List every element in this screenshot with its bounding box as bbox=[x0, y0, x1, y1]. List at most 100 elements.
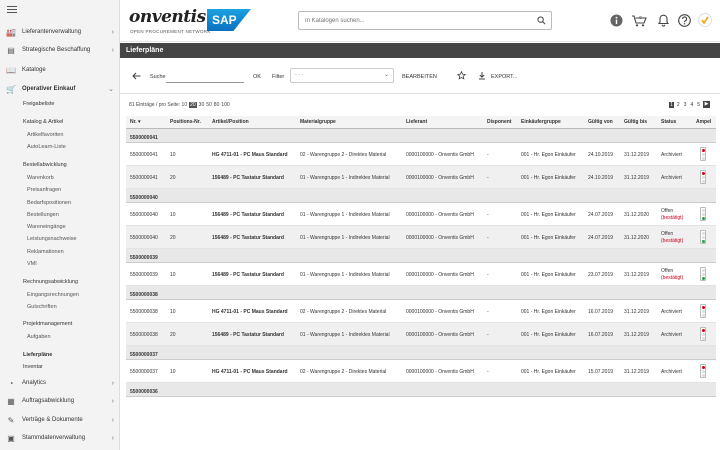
col-disponent[interactable]: Disponent bbox=[487, 119, 511, 125]
traffic-light-icon bbox=[700, 267, 706, 281]
user-avatar-icon[interactable] bbox=[698, 13, 712, 27]
col-lieferant[interactable]: Lieferant bbox=[406, 119, 427, 125]
traffic-light-lamp bbox=[702, 153, 705, 156]
col-status[interactable]: Status bbox=[661, 119, 676, 125]
nav-operativer-einkauf[interactable]: 🛒 Operativer Einkauf ⌄ bbox=[0, 80, 120, 98]
group-label: 5500000037 bbox=[130, 352, 158, 358]
list-search-input[interactable] bbox=[166, 68, 244, 83]
edit-button[interactable]: BEARBEITEN bbox=[402, 74, 437, 80]
table-row[interactable]: 5500000038 20 156489 - PC Tastatur Standar… bbox=[126, 323, 716, 346]
export-button[interactable]: EXPORT... bbox=[491, 74, 518, 80]
cell-von: 24.10.2019 bbox=[588, 152, 614, 158]
page-link-1[interactable]: 1 bbox=[669, 101, 674, 108]
col-nr[interactable]: Nr. ▾ bbox=[130, 119, 141, 125]
sidebar-item-freigabeliste[interactable]: Freigabeliste bbox=[23, 101, 55, 107]
table-row[interactable]: 5500000041 10 HG 4711-01 - PC Maus Standar… bbox=[126, 143, 716, 166]
nav-kataloge[interactable]: 📖 Kataloge bbox=[0, 61, 120, 79]
traffic-light-lamp bbox=[702, 310, 705, 313]
hamburger-menu-icon[interactable] bbox=[7, 6, 17, 14]
table-row[interactable]: 5500000040 20 156489 - PC Tastatur Standar… bbox=[126, 226, 716, 249]
table-row[interactable]: 5500000037 10 HG 4711-01 - PC Maus Standar… bbox=[126, 360, 716, 383]
catalog-search[interactable] bbox=[298, 11, 552, 30]
col-artikel[interactable]: Artikel/Position bbox=[212, 119, 249, 125]
back-arrow-icon[interactable] bbox=[132, 72, 141, 80]
page-link-4[interactable]: 4 bbox=[689, 102, 694, 108]
book-icon: 📖 bbox=[6, 65, 16, 75]
col-positions-nr[interactable]: Positions-Nr. bbox=[170, 119, 201, 125]
nav-stammdatenverwaltung[interactable]: ▣ Stammdatenverwaltung › bbox=[0, 429, 120, 447]
sidebar-item-reklamationen[interactable]: Reklamationen bbox=[27, 249, 64, 255]
nav-analytics[interactable]: ◔ Analytics › bbox=[0, 374, 120, 392]
traffic-light-lamp bbox=[702, 329, 705, 332]
sidebar-item-aufgaben[interactable]: Aufgaben bbox=[27, 334, 51, 340]
help-icon[interactable] bbox=[677, 13, 691, 27]
traffic-light-lamp bbox=[702, 232, 705, 235]
table-row[interactable]: 5500000039 10 156489 - PC Tastatur Standar… bbox=[126, 263, 716, 286]
cell-ekg: 001 - Hr. Egon Einkäufer bbox=[521, 309, 576, 315]
col-gueltig-bis[interactable]: Gültig bis bbox=[624, 119, 647, 125]
orders-icon: ▦ bbox=[7, 396, 15, 406]
catalog-search-input[interactable] bbox=[299, 12, 529, 29]
page-link-3[interactable]: 3 bbox=[683, 102, 688, 108]
sidebar-item-bedarfspositionen[interactable]: Bedarfspositionen bbox=[27, 200, 71, 206]
cell-artikel: 156489 - PC Tastatur Standard bbox=[212, 212, 284, 218]
cart-icon[interactable]: 0 bbox=[630, 13, 648, 27]
cell-bis: 31.12.2019 bbox=[624, 272, 650, 278]
col-gueltig-von[interactable]: Gültig von bbox=[588, 119, 613, 125]
chevron-down-icon: ⌄ bbox=[383, 72, 389, 78]
export-download-icon[interactable] bbox=[478, 71, 486, 80]
page-size-30[interactable]: 30 bbox=[199, 102, 205, 108]
sidebar-item-autolearn[interactable]: AutoLearn-Liste bbox=[27, 144, 66, 150]
cell-lief: 0000100000 - Onventis GmbH bbox=[406, 309, 474, 315]
sidebar-item-artikelfavoriten[interactable]: Artikelfavoriten bbox=[27, 132, 63, 138]
cell-status: Archiviert bbox=[661, 175, 682, 181]
page-size-20[interactable]: 20 bbox=[189, 102, 197, 108]
group-header: 5500000037 bbox=[126, 346, 716, 360]
col-materialgruppe[interactable]: Materialgruppe bbox=[300, 119, 336, 125]
table-row[interactable]: 5500000038 10 HG 4711-01 - PC Maus Standar… bbox=[126, 300, 716, 323]
table-row[interactable]: 5500000040 10 156489 - PC Tastatur Standar… bbox=[126, 203, 716, 226]
cell-lief: 0000100000 - Onventis GmbH bbox=[406, 235, 474, 241]
page-link-5[interactable]: 5 bbox=[696, 102, 701, 108]
chevron-right-icon: › bbox=[111, 434, 114, 442]
cell-bis: 31.12.2019 bbox=[624, 309, 650, 315]
sidebar-item-inventar[interactable]: Inventar bbox=[23, 364, 43, 370]
sidebar-item-gutschriften[interactable]: Gutschriften bbox=[27, 304, 57, 310]
nav-strategische-beschaffung[interactable]: ▤ Strategische Beschaffung › bbox=[0, 41, 120, 59]
sidebar-item-lieferplaene[interactable]: Lieferpläne bbox=[23, 352, 52, 358]
sidebar-item-preisanfragen[interactable]: Preisanfragen bbox=[27, 187, 61, 193]
sidebar-item-wareneingaenge[interactable]: Wareneingänge bbox=[27, 224, 66, 230]
col-einkaeufergruppe[interactable]: Einkäufergruppe bbox=[521, 119, 561, 125]
onventis-sap-logo[interactable]: onventis SAP OPEN PROCUREMENT NETWORK bbox=[129, 7, 251, 34]
info-icon[interactable] bbox=[609, 13, 623, 27]
cell-mg: 02 - Warengruppe 2 - Direktes Material bbox=[300, 309, 387, 315]
nav-lieferantenverwaltung[interactable]: 🏭 Lieferantenverwaltung › bbox=[0, 23, 120, 41]
sidebar-item-bestellungen[interactable]: Bestellungen bbox=[27, 212, 59, 218]
nav-vertraege-dokumente[interactable]: ✎ Verträge & Dokumente › bbox=[0, 411, 120, 429]
nav-label: Kataloge bbox=[22, 67, 46, 73]
col-ampel[interactable]: Ampel bbox=[696, 119, 711, 125]
filter-select[interactable]: - - - ⌄ bbox=[290, 68, 394, 83]
table-row[interactable]: 5500000041 20 156489 - PC Tastatur Standar… bbox=[126, 166, 716, 189]
nav-auftragsabwicklung[interactable]: ▦ Auftragsabwicklung › bbox=[0, 392, 120, 410]
cell-ekg: 001 - Hr. Egon Einkäufer bbox=[521, 175, 576, 181]
ok-button[interactable]: OK bbox=[253, 74, 261, 80]
page-size-80[interactable]: 80 bbox=[214, 102, 220, 108]
page-size-100[interactable]: 100 bbox=[221, 102, 229, 108]
sidebar-item-vmi[interactable]: VMI bbox=[27, 261, 37, 267]
page-size-10[interactable]: 10 bbox=[182, 102, 188, 108]
sidebar-item-eingangsrechnungen[interactable]: Eingangsrechnungen bbox=[27, 292, 79, 298]
page-size-50[interactable]: 50 bbox=[206, 102, 212, 108]
search-icon[interactable] bbox=[537, 16, 546, 25]
bell-icon[interactable] bbox=[656, 13, 670, 27]
nav-label: Analytics bbox=[22, 380, 47, 386]
traffic-light-lamp bbox=[702, 277, 705, 280]
next-page-button[interactable]: ▶ bbox=[703, 101, 710, 108]
entries-per-page: 81 Einträge / pro Seite: 10 20 30 50 80 100 bbox=[129, 102, 232, 108]
sidebar-item-warenkorb[interactable]: Warenkorb bbox=[27, 175, 54, 181]
supplier-icon: 🏭 bbox=[6, 27, 16, 37]
sidebar-item-leistungsnachweise[interactable]: Leistungsnachweise bbox=[27, 236, 77, 242]
star-icon[interactable] bbox=[457, 71, 466, 80]
traffic-light-lamp bbox=[702, 172, 705, 175]
page-link-2[interactable]: 2 bbox=[676, 102, 681, 108]
